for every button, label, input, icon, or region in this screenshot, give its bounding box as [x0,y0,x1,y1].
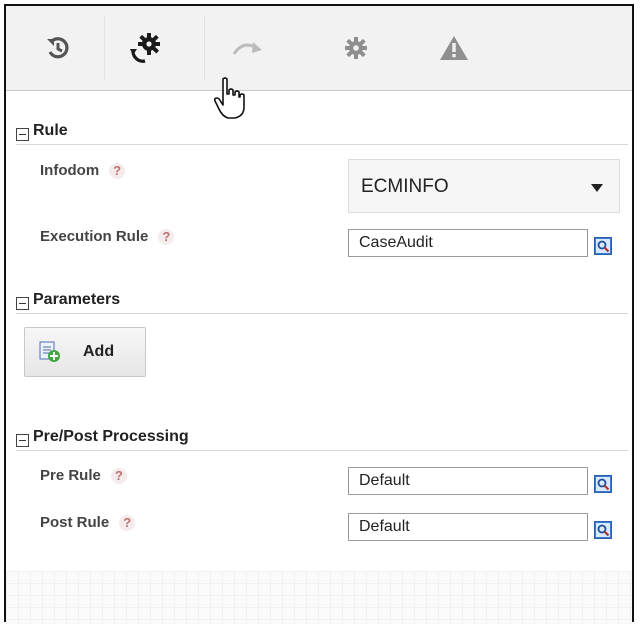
help-icon[interactable]: ? [119,515,136,531]
redo-arrow-icon [232,42,262,55]
toolbar-divider [204,16,205,80]
warning-icon [440,36,468,60]
collapse-toggle-rule[interactable] [16,127,29,141]
parameters-section-title: Parameters [33,291,121,308]
run-gear-icon [130,33,160,63]
run-button[interactable] [116,22,176,74]
settings-gear-icon [345,37,367,59]
collapse-toggle-parameters[interactable] [16,296,29,310]
add-button-label: Add [83,343,115,360]
post-rule-label: Post Rule? [40,514,136,531]
redo-button[interactable] [218,22,278,74]
post-rule-input[interactable]: Default [348,513,588,541]
infodom-select[interactable]: ECMINFO [348,159,620,213]
settings-button[interactable] [326,22,386,74]
lookup-search-icon[interactable] [594,237,612,255]
execution-rule-input[interactable]: CaseAudit [348,229,588,257]
chevron-down-icon [591,184,603,192]
infodom-select-value: ECMINFO [361,176,449,197]
pre-rule-label: Pre Rule? [40,467,127,484]
lookup-search-icon[interactable] [594,475,612,493]
rule-section-title: Rule [33,122,68,139]
prepost-section-header: Pre/Post Processing [16,424,628,451]
collapse-toggle-prepost[interactable] [16,433,29,447]
parameters-section-header: Parameters [16,287,628,314]
add-parameter-button[interactable]: Add [24,327,146,377]
prepost-section-title: Pre/Post Processing [33,428,189,445]
infodom-label: Infodom? [40,162,126,179]
help-icon[interactable]: ? [110,468,127,484]
rule-section-header: Rule [16,118,628,145]
lookup-search-icon[interactable] [594,521,612,539]
add-document-icon [39,341,60,362]
toolbar-divider [104,16,105,80]
hand-pointer-cursor [214,77,245,119]
history-button[interactable] [28,22,88,74]
pre-rule-input[interactable]: Default [348,467,588,495]
help-icon[interactable]: ? [109,163,126,179]
toolbar [6,6,632,119]
history-icon [47,37,69,59]
empty-grid-area [6,571,632,624]
warning-button[interactable] [424,22,484,74]
rule-panel: Rule Infodom? ECMINFO Execution Rule? Ca… [4,4,634,624]
execution-rule-label: Execution Rule? [40,228,175,245]
help-icon[interactable]: ? [158,229,175,245]
